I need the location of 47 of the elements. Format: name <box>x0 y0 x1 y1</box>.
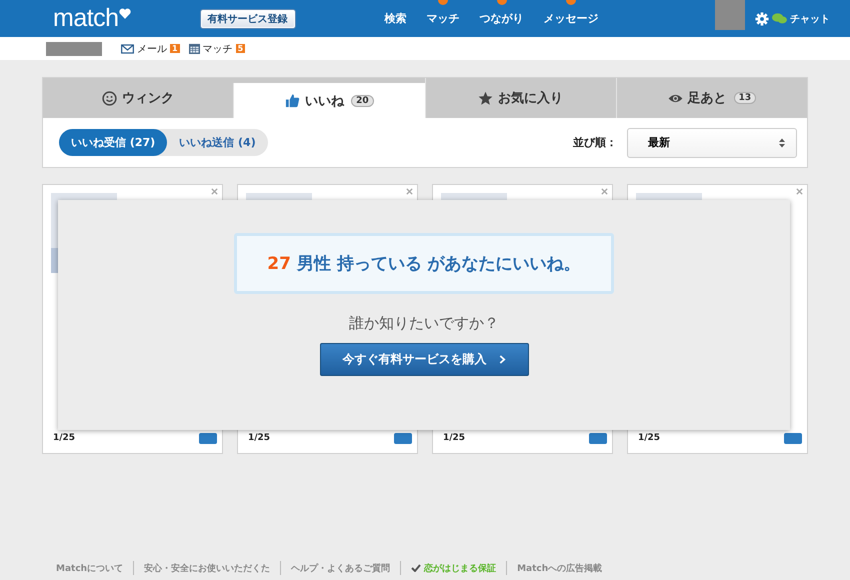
close-icon[interactable] <box>211 188 218 195</box>
nav-link[interactable]: メッセージ <box>544 11 599 26</box>
logo-text: match <box>53 6 119 31</box>
footer-link[interactable]: 安心・安全にお使いいただくた <box>144 562 270 574</box>
filter-toggle[interactable]: いいね送信 (4) <box>167 129 268 156</box>
count-badge: 13 <box>734 92 756 104</box>
photo-count: 1/25 <box>638 433 660 443</box>
footer-link[interactable]: ヘルプ・よくあるご質問 <box>291 562 390 574</box>
eye-icon <box>668 92 683 104</box>
count-badge: 20 <box>351 94 374 106</box>
calendar-icon <box>188 43 200 54</box>
star-icon <box>478 90 494 106</box>
count-badge: 1 <box>170 44 180 53</box>
tab[interactable]: いいね 20 <box>233 83 424 118</box>
nav-link[interactable]: つながり <box>480 11 524 26</box>
smiley-icon <box>102 90 118 106</box>
sort-select[interactable]: 最新 <box>627 128 797 158</box>
chat-link[interactable]: チャット <box>772 12 830 26</box>
register-button[interactable]: 有料サービス登録 <box>200 10 295 28</box>
filter-toggle[interactable]: いいね受信 (27) <box>59 129 168 156</box>
close-icon[interactable] <box>796 188 803 195</box>
question-text: 誰か知りたいですか？ <box>349 314 499 333</box>
username-placeholder <box>46 42 102 56</box>
check-icon <box>411 564 422 572</box>
heart-icon <box>118 8 131 19</box>
count-badge: 5 <box>236 44 246 53</box>
subnav-link[interactable]: マッチ <box>188 42 233 56</box>
chevron-right-icon <box>498 355 506 364</box>
updown-arrow-icon <box>778 136 786 148</box>
settings-icon[interactable] <box>755 12 769 26</box>
close-icon[interactable] <box>406 188 413 195</box>
purchase-button[interactable]: 今すぐ有料サービスを購入 <box>320 343 528 376</box>
photo-count: 1/25 <box>248 433 270 443</box>
footer-link[interactable]: Matchへの広告掲載 <box>517 562 602 574</box>
nav-link[interactable]: 検索 <box>384 11 407 26</box>
close-icon[interactable] <box>601 188 608 195</box>
thumbs-up-icon <box>285 93 300 108</box>
likes-headline: 27 男性 持っている があなたにいいね。 <box>234 233 614 294</box>
subnav-link[interactable]: メール <box>121 42 167 56</box>
sort-label: 並び順： <box>573 135 617 150</box>
match-logo[interactable]: match <box>53 6 131 31</box>
nav-link[interactable]: マッチ <box>426 11 460 26</box>
chat-bubble-icon <box>772 12 787 25</box>
photo-count: 1/25 <box>53 433 76 443</box>
envelope-icon <box>121 44 134 54</box>
footer-link[interactable]: Matchについて <box>56 562 124 574</box>
photo-count: 1/25 <box>443 433 466 443</box>
